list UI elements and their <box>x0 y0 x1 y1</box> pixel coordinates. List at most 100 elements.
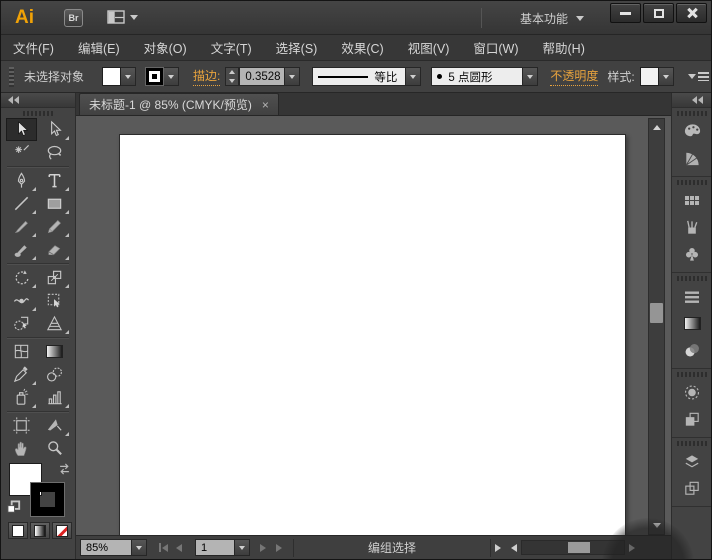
gradient-mode-button[interactable] <box>30 522 50 539</box>
shape-builder-tool[interactable] <box>6 312 37 335</box>
menu-effect[interactable]: 效果(C) <box>341 38 383 57</box>
last-artboard-button[interactable] <box>271 539 287 556</box>
tab-close-icon[interactable]: × <box>262 99 269 111</box>
graphic-style-dropdown[interactable] <box>659 67 674 86</box>
zoom-level-dropdown[interactable] <box>132 539 147 556</box>
mesh-tool[interactable] <box>6 340 37 363</box>
swap-fill-stroke-icon[interactable] <box>57 462 72 476</box>
maximize-button[interactable] <box>643 3 674 23</box>
next-artboard-button[interactable] <box>255 539 271 556</box>
previous-artboard-button[interactable] <box>171 539 187 556</box>
slice-tool[interactable] <box>39 414 70 437</box>
gradient-panel-button[interactable] <box>672 310 712 337</box>
rectangle-tool[interactable] <box>39 192 70 215</box>
rotate-tool[interactable] <box>6 266 37 289</box>
stroke-panel-link[interactable]: 描边: <box>193 67 220 86</box>
width-profile-field[interactable]: 等比 <box>312 67 406 86</box>
eraser-tool[interactable] <box>39 238 70 261</box>
stepper-down-icon[interactable] <box>226 77 238 86</box>
vertical-scrollbar-thumb[interactable] <box>650 303 663 323</box>
line-segment-tool[interactable] <box>6 192 37 215</box>
dock-group-grip[interactable] <box>677 441 707 446</box>
width-tool[interactable] <box>6 289 37 312</box>
dock-group-grip[interactable] <box>677 276 707 281</box>
workspace-switcher[interactable]: 基本功能 <box>520 10 584 27</box>
symbols-panel-button[interactable] <box>672 241 712 268</box>
bridge-button[interactable]: Br <box>64 9 83 27</box>
horizontal-scrollbar-thumb[interactable] <box>568 542 590 553</box>
scroll-down-button[interactable] <box>649 519 664 532</box>
lasso-tool[interactable] <box>39 141 70 164</box>
width-profile-dropdown[interactable] <box>406 67 421 86</box>
appearance-panel-button[interactable] <box>672 379 712 406</box>
column-graph-tool[interactable] <box>39 386 70 409</box>
artboard-number-dropdown[interactable] <box>235 539 250 556</box>
type-tool[interactable] <box>39 169 70 192</box>
zoom-tool[interactable] <box>39 437 70 460</box>
color-mode-button[interactable] <box>8 522 28 539</box>
horizontal-scrollbar-track[interactable] <box>521 540 625 555</box>
direct-selection-tool[interactable] <box>39 118 70 141</box>
stroke-panel-button[interactable] <box>672 283 712 310</box>
menu-edit[interactable]: 编辑(E) <box>78 38 120 57</box>
menu-file[interactable]: 文件(F) <box>13 38 54 57</box>
vertical-scrollbar[interactable] <box>648 118 665 535</box>
menu-help[interactable]: 帮助(H) <box>543 38 585 57</box>
minimize-button[interactable] <box>610 3 641 23</box>
free-transform-tool[interactable] <box>39 289 70 312</box>
opacity-panel-link[interactable]: 不透明度 <box>550 67 598 86</box>
menu-view[interactable]: 视图(V) <box>408 38 450 57</box>
artboard[interactable] <box>119 134 626 535</box>
scroll-left-button[interactable] <box>507 539 521 556</box>
arrange-documents-button[interactable] <box>107 10 138 25</box>
menu-select[interactable]: 选择(S) <box>276 38 318 57</box>
stroke-color-swatch[interactable] <box>145 67 164 86</box>
canvas-pasteboard[interactable] <box>76 116 671 535</box>
stroke-weight-field[interactable]: 0.3528 <box>239 67 285 86</box>
selection-tool[interactable] <box>6 118 37 141</box>
brushes-panel-button[interactable] <box>672 214 712 241</box>
brush-definition-field[interactable]: 5 点圆形 <box>431 67 523 86</box>
menu-type[interactable]: 文字(T) <box>211 38 252 57</box>
tools-panel-header[interactable] <box>1 93 75 108</box>
document-tab[interactable]: 未标题-1 @ 85% (CMYK/预览) × <box>79 93 279 115</box>
artboard-tool[interactable] <box>6 414 37 437</box>
status-options-button[interactable] <box>491 539 505 556</box>
stroke-proxy-swatch[interactable] <box>31 483 64 516</box>
stroke-color-dropdown[interactable] <box>164 67 179 86</box>
dock-group-grip[interactable] <box>677 111 707 116</box>
stepper-up-icon[interactable] <box>226 68 238 77</box>
gradient-tool[interactable] <box>39 340 70 363</box>
control-panel-menu-button[interactable] <box>688 72 709 81</box>
hand-tool[interactable] <box>6 437 37 460</box>
symbol-sprayer-tool[interactable] <box>6 386 37 409</box>
transparency-panel-button[interactable] <box>672 337 712 364</box>
dock-group-grip[interactable] <box>677 372 707 377</box>
menu-object[interactable]: 对象(O) <box>144 38 187 57</box>
brush-definition-dropdown[interactable] <box>523 67 538 86</box>
scale-tool[interactable] <box>39 266 70 289</box>
fill-color-dropdown[interactable] <box>121 67 136 86</box>
close-button[interactable] <box>676 3 707 23</box>
graphic-style-swatch[interactable] <box>640 67 659 86</box>
blend-tool[interactable] <box>39 363 70 386</box>
horizontal-scrollbar[interactable] <box>507 539 639 556</box>
color-panel-button[interactable] <box>672 118 712 145</box>
pencil-tool[interactable] <box>39 215 70 238</box>
graphic-styles-panel-button[interactable] <box>672 406 712 433</box>
stroke-weight-dropdown[interactable] <box>285 67 300 86</box>
magic-wand-tool[interactable] <box>6 141 37 164</box>
zoom-level-field[interactable]: 85% <box>80 539 132 556</box>
paintbrush-tool[interactable] <box>6 215 37 238</box>
none-mode-button[interactable] <box>52 522 72 539</box>
fill-color-swatch[interactable] <box>102 67 121 86</box>
eyedropper-tool[interactable] <box>6 363 37 386</box>
scroll-up-button[interactable] <box>649 121 664 134</box>
stroke-weight-stepper[interactable] <box>225 67 239 86</box>
menu-window[interactable]: 窗口(W) <box>473 38 518 57</box>
dock-header[interactable] <box>672 93 711 108</box>
color-guide-panel-button[interactable] <box>672 145 712 172</box>
blob-brush-tool[interactable] <box>6 238 37 261</box>
default-fill-stroke-icon[interactable] <box>7 500 22 515</box>
swatches-panel-button[interactable] <box>672 187 712 214</box>
